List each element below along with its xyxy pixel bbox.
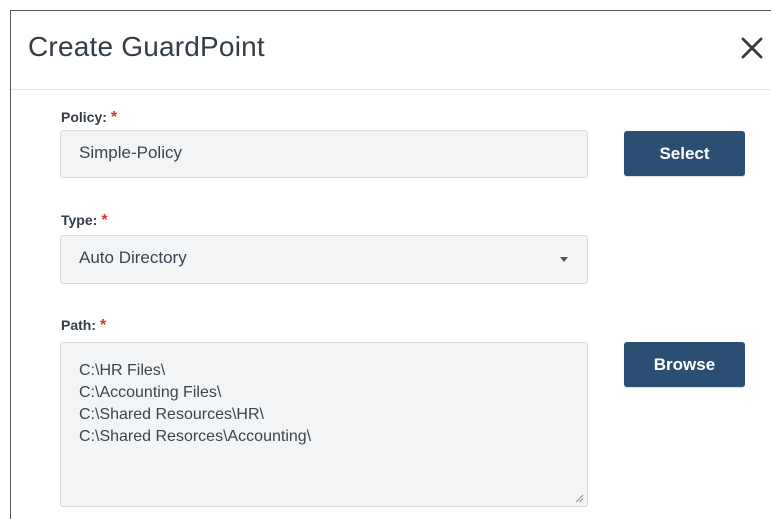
path-line: C:\Shared Resources\HR\ [79,406,264,423]
path-label-text: Path: [61,317,96,333]
policy-label: Policy: * [61,109,117,127]
required-marker: * [110,109,118,126]
dialog-title: Create GuardPoint [28,31,265,62]
policy-label-text: Policy: [61,109,107,125]
path-label: Path: * [61,317,106,335]
policy-field[interactable]: Simple-Policy [60,130,588,178]
type-label-text: Type: [61,212,98,228]
path-line: C:\Accounting Files\ [79,384,222,401]
policy-value: Simple-Policy [79,143,182,162]
dialog-header: Create GuardPoint [11,11,771,90]
path-line: C:\HR Files\ [79,362,166,379]
required-marker: * [101,212,108,229]
type-label: Type: * [61,212,108,230]
required-marker: * [100,317,107,334]
path-lines: C:\HR Files\ C:\Accounting Files\ C:\Sha… [79,360,311,448]
resize-grip-icon[interactable] [574,493,584,503]
path-line: C:\Shared Resorces\Accounting\ [79,428,312,445]
create-guardpoint-dialog: Create GuardPoint Policy: * Simple-Policy… [10,10,771,519]
select-button[interactable]: Select [624,131,745,176]
browse-button[interactable]: Browse [624,342,745,387]
type-value: Auto Directory [79,248,187,267]
caret-down-icon [560,257,568,262]
type-select[interactable]: Auto Directory [60,235,588,284]
close-icon[interactable] [735,31,769,65]
path-textarea[interactable]: C:\HR Files\ C:\Accounting Files\ C:\Sha… [60,342,588,507]
